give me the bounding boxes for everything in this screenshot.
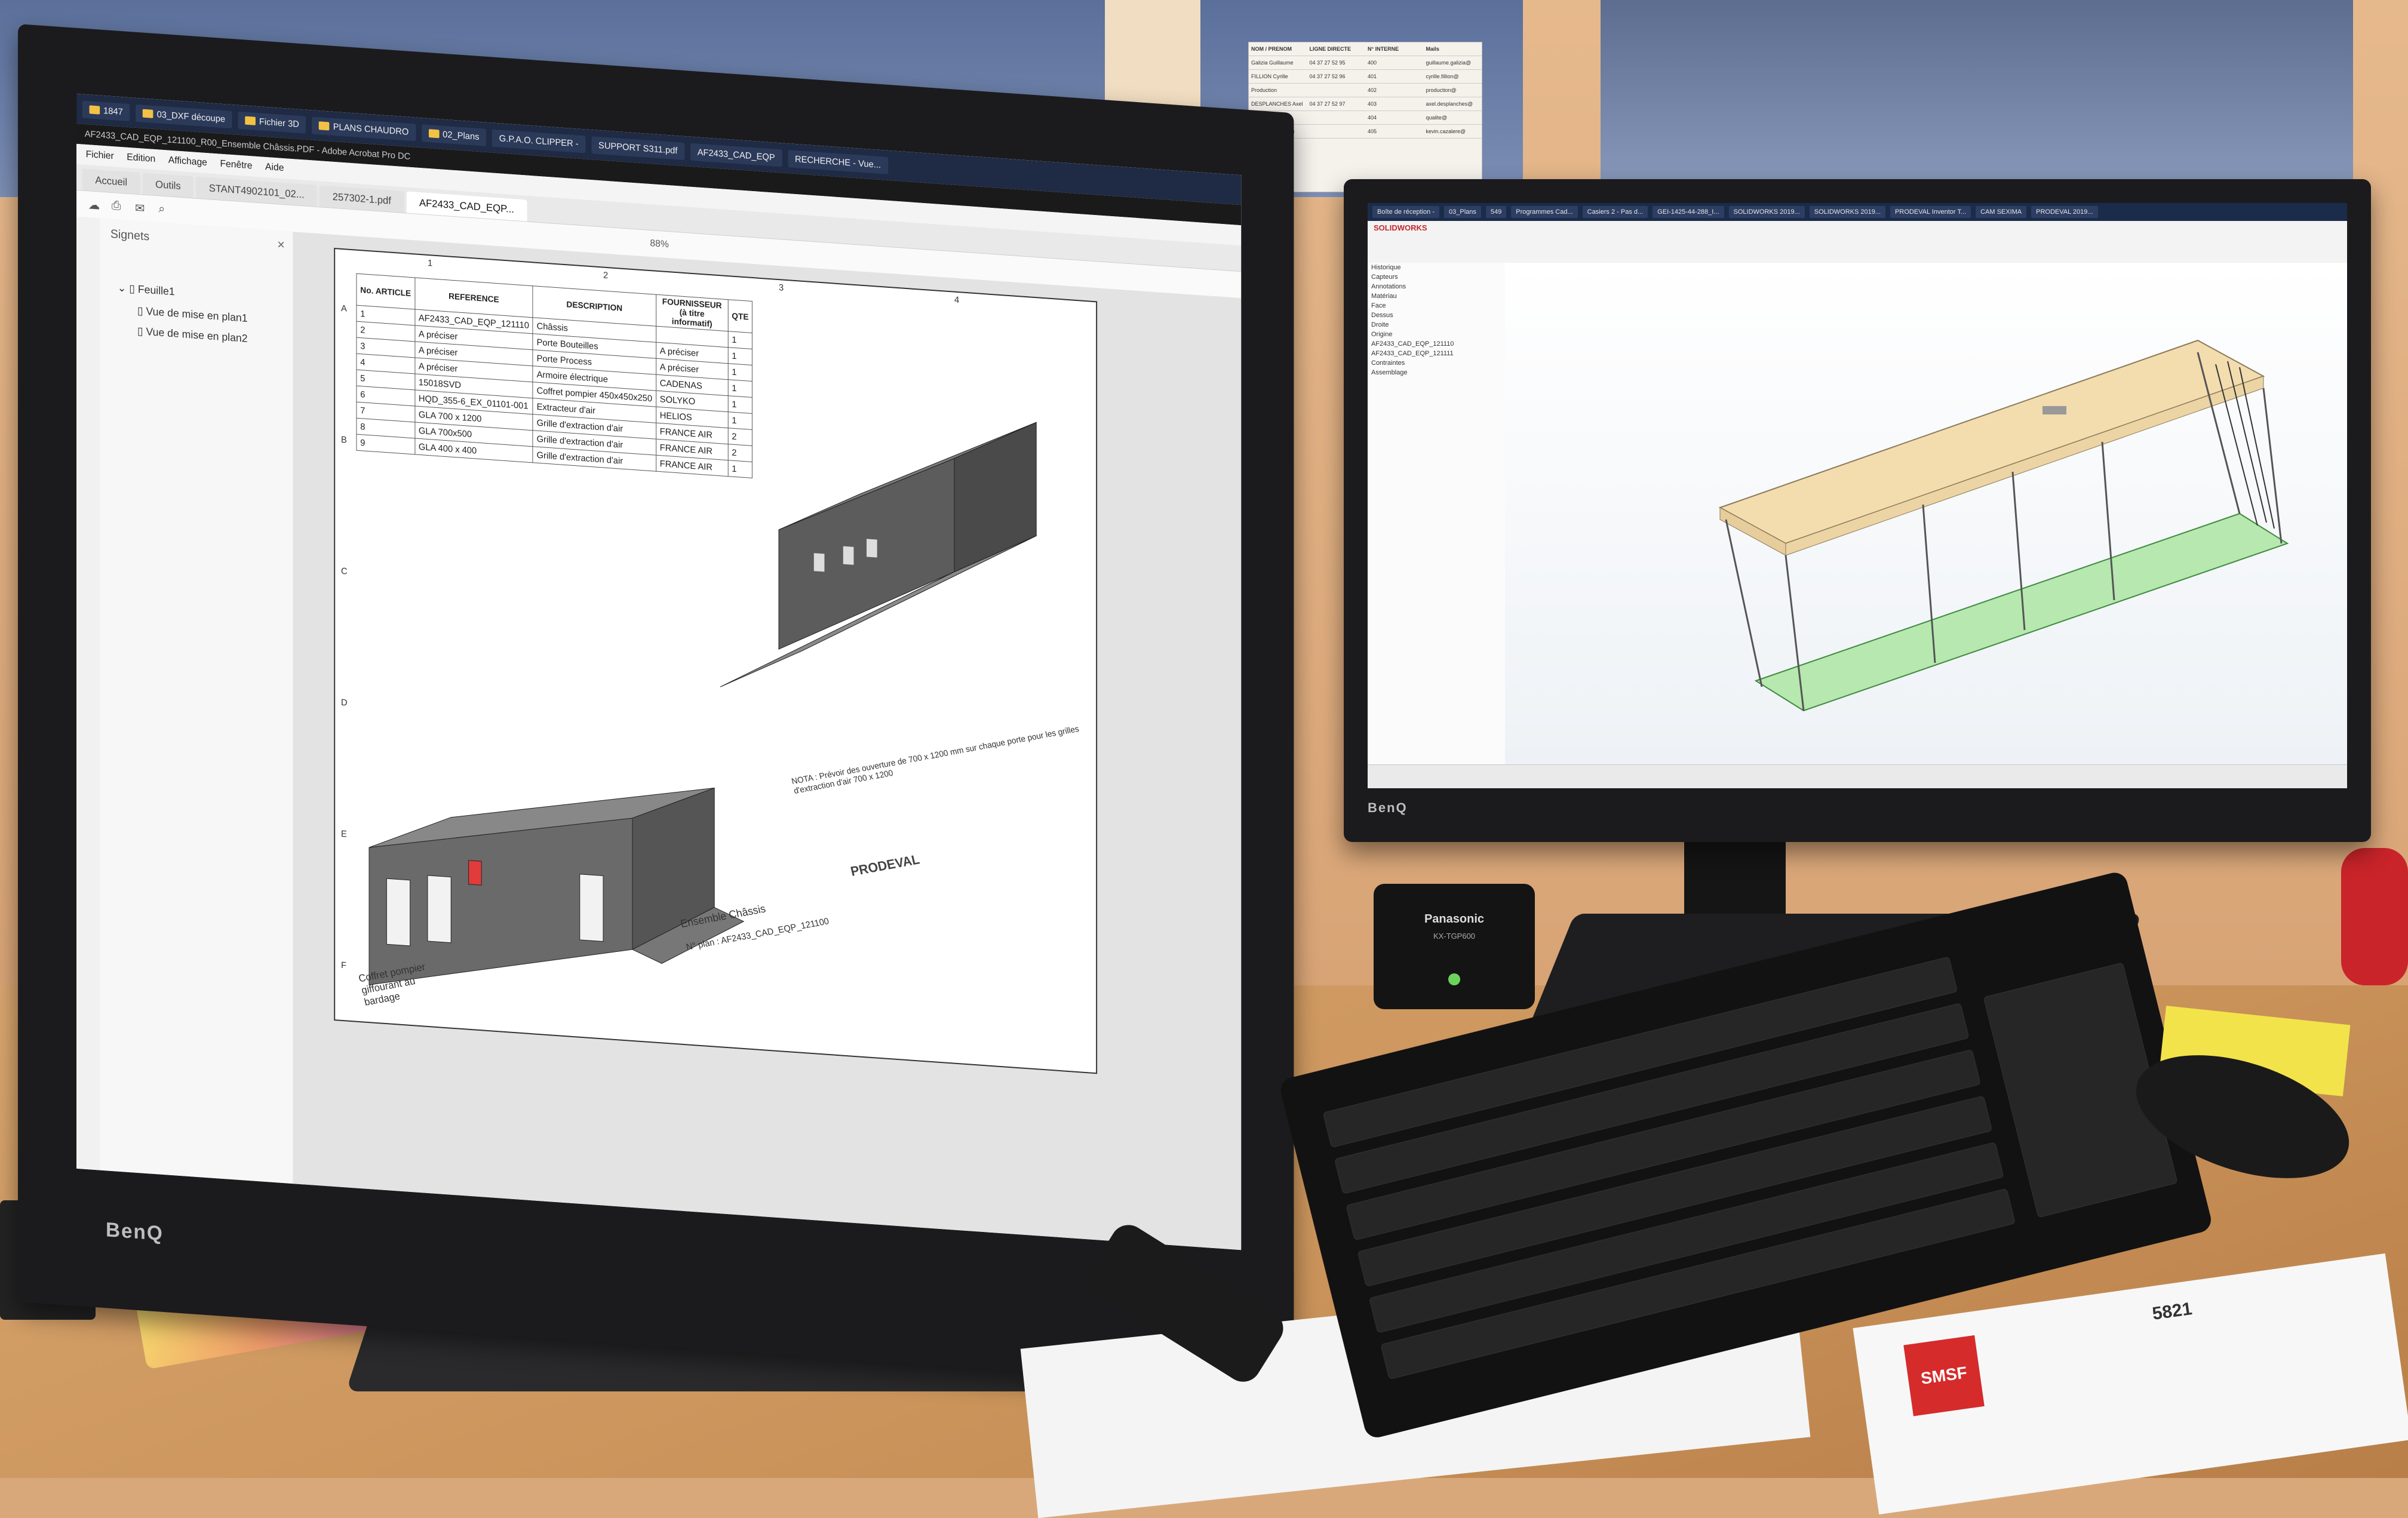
sw-taskbar-tab[interactable]: Programmes Cad... xyxy=(1511,206,1578,218)
tree-node[interactable]: Dessus xyxy=(1368,311,1505,320)
bookmark-item[interactable]: ⌄ ▯ Feuille1 xyxy=(118,282,175,299)
row-letter: E xyxy=(340,828,347,840)
sw-taskbar-tab[interactable]: 549 xyxy=(1485,206,1507,218)
col-number: 2 xyxy=(603,270,609,281)
sw-status-bar xyxy=(1368,764,2347,788)
phone-list-header: LIGNE DIRECTE xyxy=(1309,46,1352,52)
sw-taskbar-tab[interactable]: CAM SEXIMA xyxy=(1976,206,2027,218)
folder-icon xyxy=(89,105,100,115)
phone-list-header: Mails xyxy=(1426,46,1440,52)
panasonic-base-station: Panasonic KX-TGP600 xyxy=(1374,884,1535,1009)
tree-node[interactable]: Droite xyxy=(1368,320,1505,330)
taskbar-item[interactable]: AF2433_CAD_EQP xyxy=(690,143,782,167)
row-letter: D xyxy=(340,697,348,708)
phone-list-row: Production 402 production@ xyxy=(1249,84,1482,97)
sw-ribbon[interactable] xyxy=(1368,221,2347,263)
phone-list-header: N° INTERNE xyxy=(1368,46,1399,52)
tab-accueil[interactable]: Accueil xyxy=(82,168,140,195)
taskbar-item[interactable]: 1847 xyxy=(82,100,130,121)
sw-taskbar-tab[interactable]: GEI-1425-44-288_I... xyxy=(1653,206,1724,218)
taskbar-item[interactable]: RECHERCHE - Vue... xyxy=(788,149,888,174)
solidworks-logo: SOLIDWORKS xyxy=(1374,223,1427,232)
smsf-logo: SMSF xyxy=(1903,1335,1985,1416)
tree-node[interactable]: Matériau xyxy=(1368,291,1505,301)
row-letter: A xyxy=(340,303,347,314)
rubber-stamp xyxy=(2341,848,2408,985)
tree-node[interactable]: Annotations xyxy=(1368,282,1505,291)
acrobat-left-rail xyxy=(76,216,101,1170)
cloud-upload-icon[interactable]: ☁ xyxy=(88,197,100,213)
tree-node[interactable]: Face xyxy=(1368,301,1505,311)
tree-node[interactable]: Assemblage xyxy=(1368,368,1505,377)
folder-icon xyxy=(143,109,153,118)
zoom-level[interactable]: 88% xyxy=(650,238,668,250)
col-number: 1 xyxy=(428,257,433,269)
router-model: KX-TGP600 xyxy=(1433,932,1476,941)
sw-taskbar-tab[interactable]: SOLIDWORKS 2019... xyxy=(1809,206,1886,218)
tree-node[interactable]: Origine xyxy=(1368,330,1505,339)
tree-node[interactable]: Contraintes xyxy=(1368,358,1505,368)
row-letter: B xyxy=(340,434,347,445)
menu-item-affichage[interactable]: Affichage xyxy=(168,155,207,169)
sw-3d-viewport[interactable] xyxy=(1505,263,2347,764)
sw-taskbar-tab[interactable]: 03_Plans xyxy=(1444,206,1481,218)
monitor-right: Boîte de réception - 03_Plans 549 Progra… xyxy=(1344,179,2371,842)
menu-item-edition[interactable]: Edition xyxy=(127,152,155,165)
monitor-left: 1847 03_DXF découpe Fichier 3D PLANS CHA… xyxy=(18,24,1294,1391)
col-number: 4 xyxy=(954,294,960,306)
drawing-views xyxy=(368,422,1037,985)
tab-outils[interactable]: Outils xyxy=(142,173,194,198)
folder-icon xyxy=(428,129,440,139)
taskbar-item[interactable]: SUPPORT S311.pdf xyxy=(591,136,685,160)
taskbar-item[interactable]: G.P.A.O. CLIPPER - xyxy=(492,129,586,153)
folder-icon xyxy=(245,116,256,125)
bookmarks-panel: Signets × ⌄ ▯ Feuille1 ▯ Vue de mise en … xyxy=(100,218,294,1184)
taskbar-item[interactable]: 03_DXF découpe xyxy=(136,104,232,128)
menu-item-aide[interactable]: Aide xyxy=(265,162,284,174)
sw-taskbar: Boîte de réception - 03_Plans 549 Progra… xyxy=(1368,203,2347,221)
window-right xyxy=(1601,0,2353,197)
router-brand: Panasonic xyxy=(1424,912,1485,926)
menu-item-fichier[interactable]: Fichier xyxy=(86,149,114,162)
row-letter: F xyxy=(340,960,346,971)
taskbar-item[interactable]: PLANS CHAUDRO xyxy=(312,116,416,142)
col-number: 3 xyxy=(779,282,784,293)
folder-icon xyxy=(319,121,330,131)
phone-list-row: Galizia Guillaume 04 37 27 52 95 400 guilla… xyxy=(1249,56,1482,70)
sw-taskbar-tab[interactable]: Boîte de réception - xyxy=(1372,206,1440,218)
tree-node[interactable]: AF2433_CAD_EQP_121111 xyxy=(1368,349,1505,358)
taskbar-item[interactable]: 02_Plans xyxy=(421,124,487,146)
router-led xyxy=(1448,973,1460,985)
bookmark-item[interactable]: ▯ Vue de mise en plan1 xyxy=(137,305,248,325)
acrobat-screen: 1847 03_DXF découpe Fichier 3D PLANS CHA… xyxy=(76,93,1242,1250)
benq-logo: BenQ xyxy=(106,1218,164,1246)
sw-taskbar-tab[interactable]: PRODEVAL 2019... xyxy=(2031,206,2098,218)
print-icon[interactable]: ⎙ xyxy=(112,199,121,213)
taskbar-item[interactable]: Fichier 3D xyxy=(238,111,306,134)
bookmarks-title: Signets xyxy=(110,227,150,244)
paper-number: 5821 xyxy=(2151,1298,2194,1324)
tree-node[interactable]: AF2433_CAD_EQP_121110 xyxy=(1368,339,1505,349)
tree-node[interactable]: Historique xyxy=(1368,263,1505,272)
bookmark-item[interactable]: ▯ Vue de mise en plan2 xyxy=(137,325,248,345)
tree-node[interactable]: Capteurs xyxy=(1368,272,1505,282)
phone-list-row: DESPLANCHES Axel 04 37 27 52 97 403 axel.de… xyxy=(1249,97,1482,111)
sw-taskbar-tab[interactable]: Casiers 2 - Pas d... xyxy=(1582,206,1648,218)
row-letter: C xyxy=(340,566,348,577)
search-icon[interactable]: ⌕ xyxy=(158,202,165,216)
menu-item-fenetre[interactable]: Fenêtre xyxy=(220,159,252,172)
close-icon[interactable]: × xyxy=(277,236,285,253)
mail-icon[interactable]: ✉ xyxy=(135,201,145,216)
phone-list-header: NOM / PRENOM xyxy=(1251,46,1292,52)
sw-feature-tree[interactable]: Historique Capteurs Annotations Matériau… xyxy=(1368,263,1506,764)
solidworks-screen: Boîte de réception - 03_Plans 549 Progra… xyxy=(1368,203,2347,788)
benq-logo: BenQ xyxy=(1368,800,1408,815)
container-3d-model xyxy=(1718,339,2289,712)
sw-taskbar-tab[interactable]: SOLIDWORKS 2019... xyxy=(1728,206,1805,218)
sw-taskbar-tab[interactable]: PRODEVAL Inventor T... xyxy=(1890,206,1971,218)
phone-list-row: FILLION Cyrille 04 37 27 52 96 401 cyrille.… xyxy=(1249,70,1482,84)
